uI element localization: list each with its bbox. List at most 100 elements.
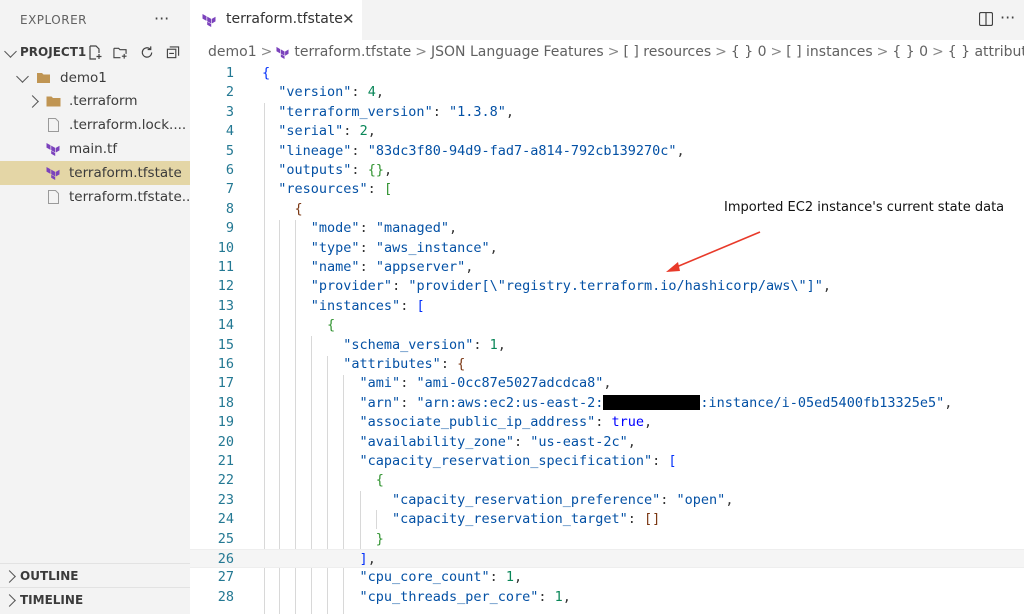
breadcrumb-item[interactable]: { } attributes <box>948 44 1024 60</box>
breadcrumb-item[interactable]: { } 0 <box>892 44 928 60</box>
terraform-icon <box>202 14 216 27</box>
code-line: 9 "mode": "managed", <box>190 219 1024 238</box>
code-line: 24 "capacity_reservation_target": [] <box>190 510 1024 529</box>
line-number: 25 <box>217 530 234 547</box>
tree-item-tfstate[interactable]: terraform.tfstate <box>0 161 190 185</box>
new-folder-icon[interactable] <box>113 45 127 60</box>
code-line: 15 "schema_version": 1, <box>190 336 1024 355</box>
chevron-down-icon <box>16 70 29 83</box>
code-line: 22 { <box>190 471 1024 490</box>
chevron-right-icon: > <box>415 44 428 60</box>
tree-item-tfstate-backup[interactable]: terraform.tfstate... <box>0 185 190 209</box>
breadcrumb-item[interactable]: [ ] instances <box>786 44 872 60</box>
terraform-icon <box>46 167 60 180</box>
close-icon[interactable]: ✕ <box>342 10 355 28</box>
code-line: 13 "instances": [ <box>190 297 1024 316</box>
tree-item-label: terraform.tfstate <box>69 165 182 181</box>
tree-item-label: demo1 <box>60 70 107 86</box>
code-line: 20 "availability_zone": "us-east-2c", <box>190 433 1024 452</box>
annotation-arrow <box>666 231 761 272</box>
line-number: 19 <box>217 414 234 431</box>
line-number: 18 <box>217 394 234 411</box>
chevron-down-icon <box>4 45 17 58</box>
code-line: 21 "capacity_reservation_specification":… <box>190 452 1024 471</box>
code-line: 3 "terraform_version": "1.3.8", <box>190 103 1024 122</box>
line-number: 22 <box>217 472 234 489</box>
folder-icon <box>46 96 61 107</box>
collapse-all-icon[interactable] <box>166 45 180 60</box>
code-line: 5 "lineage": "83dc3f80-94d9-fad7-a814-79… <box>190 142 1024 161</box>
project-section-header[interactable]: PROJECT1 <box>0 42 190 64</box>
folder-open-icon <box>37 73 50 83</box>
split-editor-icon[interactable] <box>979 12 993 26</box>
code-line: 1{ <box>190 64 1024 83</box>
code-line: 17 "ami": "ami-0cc87e5027adcdca8", <box>190 374 1024 393</box>
chevron-right-icon: > <box>770 44 783 60</box>
line-number: 11 <box>217 259 234 275</box>
line-number: 28 <box>217 588 234 605</box>
line-number: 13 <box>217 297 234 314</box>
line-number: 27 <box>217 569 234 586</box>
file-icon <box>48 118 59 132</box>
line-number: 14 <box>217 317 234 334</box>
line-number: 9 <box>225 220 234 237</box>
code-line: 14 { <box>190 316 1024 335</box>
breadcrumb-item[interactable]: [ ] resources <box>623 44 711 60</box>
line-number: 8 <box>225 200 234 217</box>
tab-terraform-tfstate[interactable]: terraform.tfstate ✕ <box>190 0 362 40</box>
tree-item-demo1[interactable]: demo1 <box>0 66 190 90</box>
timeline-label: TIMELINE <box>20 593 84 607</box>
explorer-sidebar: EXPLORER ··· PROJECT1 demo1 .terraform .… <box>0 0 190 614</box>
breadcrumb-item[interactable]: demo1 <box>208 44 257 60</box>
tree-item-lock-file[interactable]: .terraform.lock.... <box>0 113 190 137</box>
chevron-right-icon: > <box>607 44 620 60</box>
chevron-right-icon <box>3 594 16 607</box>
line-number: 7 <box>225 181 234 198</box>
code-line: 28 "cpu_threads_per_core": 1, <box>190 588 1024 607</box>
line-number: 21 <box>217 453 234 469</box>
line-number: 20 <box>217 433 234 450</box>
tab-bar: terraform.tfstate ✕ ··· <box>190 0 1024 40</box>
explorer-more-icon[interactable]: ··· <box>154 9 169 28</box>
code-line: 6 "outputs": {}, <box>190 161 1024 180</box>
tree-item-label: terraform.tfstate... <box>69 189 190 205</box>
code-line: 12 "provider": "provider[\"registry.terr… <box>190 277 1024 296</box>
line-number: 6 <box>225 162 234 178</box>
code-line: 4 "serial": 2, <box>190 122 1024 141</box>
breadcrumb-item[interactable]: JSON Language Features <box>431 44 604 60</box>
line-number: 2 <box>225 84 234 101</box>
new-file-icon[interactable] <box>88 45 102 60</box>
tree-item-terraform-folder[interactable]: .terraform <box>0 89 190 113</box>
chevron-right-icon: > <box>715 44 727 60</box>
tree-item-label: .terraform <box>69 93 138 109</box>
code-line: 7 "resources": [ <box>190 180 1024 199</box>
code-line: 2 "version": 4, <box>190 83 1024 102</box>
code-line: 10 "type": "aws_instance", <box>190 239 1024 258</box>
file-icon <box>48 190 59 204</box>
line-number: 23 <box>217 491 234 508</box>
chevron-right-icon: > <box>260 44 273 60</box>
explorer-title: EXPLORER <box>20 13 87 27</box>
annotation-text: Imported EC2 instance's current state da… <box>724 200 1005 215</box>
breadcrumb: demo1 > terraform.tfstate > JSON Language Fe… <box>208 44 1024 60</box>
editor-area: terraform.tfstate ✕ ··· demo1 > terraform.… <box>190 0 1024 614</box>
timeline-section-header[interactable]: TIMELINE <box>0 587 190 612</box>
breadcrumb-item[interactable]: terraform.tfstate <box>294 44 411 60</box>
terraform-icon <box>276 46 289 59</box>
line-number: 16 <box>217 356 234 372</box>
breadcrumb-item[interactable]: { } 0 <box>731 44 767 60</box>
line-number: 5 <box>225 142 234 159</box>
line-number: 3 <box>225 103 234 120</box>
line-number: 10 <box>217 239 234 256</box>
code-line: 18 "arn": "arn:aws:ec2:us-east-2::instan… <box>190 394 1024 413</box>
refresh-icon[interactable] <box>140 45 154 60</box>
code-line: 19 "associate_public_ip_address": true, <box>190 413 1024 432</box>
outline-label: OUTLINE <box>20 569 79 583</box>
tree-item-main-tf[interactable]: main.tf <box>0 137 190 161</box>
tab-label: terraform.tfstate <box>226 11 343 27</box>
editor-more-icon[interactable]: ··· <box>1000 8 1015 27</box>
outline-section-header[interactable]: OUTLINE <box>0 563 190 588</box>
code-line: 11 "name": "appserver", <box>190 258 1024 277</box>
line-number: 17 <box>217 375 234 392</box>
chevron-right-icon: > <box>932 44 944 60</box>
